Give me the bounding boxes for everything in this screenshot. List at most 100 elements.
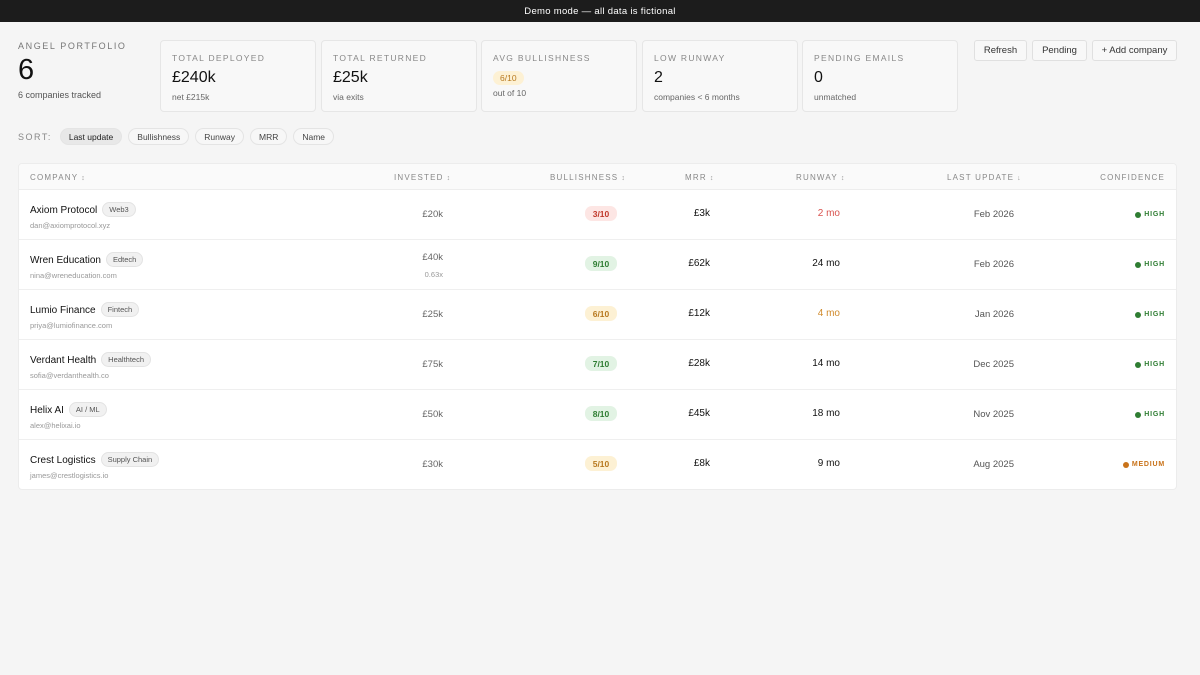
bullishness-badge: 8/10 xyxy=(585,406,617,421)
add-company-button[interactable]: + Add company xyxy=(1092,40,1177,61)
card-pending-emails: PENDING EMAILS 0 unmatched xyxy=(802,40,958,112)
col-bullishness[interactable]: BULLISHNESS ↕ xyxy=(550,173,626,182)
company-name[interactable]: Verdant Health Healthtech xyxy=(30,352,152,367)
last-update-value: Feb 2026 xyxy=(973,209,1014,220)
company-name[interactable]: Helix AI AI / ML xyxy=(30,402,107,417)
col-last-update[interactable]: LAST UPDATE ↓ xyxy=(947,173,1022,182)
table-row[interactable]: Helix AI AI / ML alex@helixai.io £50k 8/10 £4… xyxy=(19,390,1176,440)
sector-tag: AI / ML xyxy=(68,402,107,417)
sort-icon: ↕ xyxy=(621,175,627,182)
table-row[interactable]: Wren Education Edtech nina@wreneducation.c… xyxy=(19,240,1176,290)
company-email: james@crestlogistics.io xyxy=(30,471,109,480)
card-avg-bullishness: AVG BULLISHNESS 6/10 out of 10 xyxy=(481,40,637,112)
card-subtitle: unmatched xyxy=(814,92,857,102)
demo-banner: Demo mode — all data is fictional xyxy=(0,0,1200,22)
status-dot-icon xyxy=(1135,211,1142,218)
portfolio-count: 6 xyxy=(18,54,35,86)
bullishness-badge: 7/10 xyxy=(585,356,617,371)
portfolio-summary: ANGEL PORTFOLIO 6 6 companies tracked xyxy=(18,41,127,100)
last-update-value: Dec 2025 xyxy=(973,359,1014,370)
runway-value: 2 mo xyxy=(817,208,840,219)
sort-icon: ↕ xyxy=(81,175,86,182)
status-dot-icon xyxy=(1135,361,1142,368)
col-mrr[interactable]: MRR ↕ xyxy=(685,173,715,182)
sector-tag: Web3 xyxy=(102,202,136,217)
sort-chip-runway[interactable]: Runway xyxy=(195,128,244,145)
status-dot-icon xyxy=(1135,261,1142,268)
sort-icon: ↕ xyxy=(446,175,452,182)
invested-value: £50k xyxy=(422,409,443,420)
sort-chip-last-update[interactable]: Last update xyxy=(59,128,123,145)
sort-chip-bullishness[interactable]: Bullishness xyxy=(128,128,190,145)
pending-button[interactable]: Pending xyxy=(1032,40,1087,61)
card-label: TOTAL RETURNED xyxy=(333,53,428,63)
bullishness-badge: 6/10 xyxy=(585,306,617,321)
table-header: COMPANY ↕ INVESTED ↕ BULLISHNESS ↕ MRR ↕ RUN… xyxy=(19,164,1176,190)
runway-value: 9 mo xyxy=(817,458,840,469)
card-low-runway: LOW RUNWAY 2 companies < 6 months xyxy=(642,40,798,112)
company-email: sofia@verdanthealth.co xyxy=(30,371,109,380)
card-value: £25k xyxy=(333,69,368,86)
multiple-value: 0.63x xyxy=(424,270,443,279)
sector-tag: Edtech xyxy=(105,252,144,267)
mrr-value: £8k xyxy=(693,458,710,469)
col-company[interactable]: COMPANY ↕ xyxy=(30,173,86,182)
card-value: £240k xyxy=(172,69,216,86)
last-update-value: Aug 2025 xyxy=(973,459,1014,470)
status-dot-icon xyxy=(1122,461,1129,468)
mrr-value: £3k xyxy=(693,208,710,219)
sort-desc-icon: ↓ xyxy=(1017,175,1022,182)
col-runway[interactable]: RUNWAY ↕ xyxy=(796,173,846,182)
companies-table: COMPANY ↕ INVESTED ↕ BULLISHNESS ↕ MRR ↕ RUN… xyxy=(18,163,1177,490)
card-label: AVG BULLISHNESS xyxy=(493,53,591,63)
card-label: LOW RUNWAY xyxy=(654,53,726,63)
table-row[interactable]: Lumio Finance Fintech priya@lumiofinance.c… xyxy=(19,290,1176,340)
table-row[interactable]: Axiom Protocol Web3 dan@axiomprotocol.xyz £… xyxy=(19,190,1176,240)
mrr-value: £12k xyxy=(688,308,710,319)
refresh-button[interactable]: Refresh xyxy=(974,40,1027,61)
company-name[interactable]: Axiom Protocol Web3 xyxy=(30,202,136,217)
invested-value: £30k xyxy=(422,459,443,470)
confidence-badge: HIGH xyxy=(1135,311,1165,318)
company-name[interactable]: Wren Education Edtech xyxy=(30,252,144,267)
confidence-badge: HIGH xyxy=(1135,361,1165,368)
card-total-deployed: TOTAL DEPLOYED £240k net £215k xyxy=(160,40,316,112)
company-name[interactable]: Crest Logistics Supply Chain xyxy=(30,452,160,467)
company-email: nina@wreneducation.com xyxy=(30,271,117,280)
col-invested[interactable]: INVESTED ↕ xyxy=(394,173,451,182)
mrr-value: £45k xyxy=(688,408,710,419)
invested-value: £75k xyxy=(422,359,443,370)
invested-value: £40k xyxy=(422,252,443,263)
card-total-returned: TOTAL RETURNED £25k via exits xyxy=(321,40,477,112)
sector-tag: Fintech xyxy=(100,302,140,317)
sector-tag: Healthtech xyxy=(101,352,152,367)
last-update-value: Feb 2026 xyxy=(973,259,1014,270)
col-confidence: CONFIDENCE xyxy=(1100,173,1165,182)
card-label: TOTAL DEPLOYED xyxy=(172,53,266,63)
confidence-badge: HIGH xyxy=(1135,211,1165,218)
summary-header: ANGEL PORTFOLIO 6 6 companies tracked TO… xyxy=(0,22,1200,122)
company-email: alex@helixai.io xyxy=(30,421,81,430)
runway-value: 24 mo xyxy=(812,258,840,269)
mrr-value: £28k xyxy=(688,358,710,369)
bullishness-badge: 9/10 xyxy=(585,256,617,271)
card-value: 2 xyxy=(654,69,663,86)
confidence-badge: HIGH xyxy=(1135,261,1165,268)
sort-chip-name[interactable]: Name xyxy=(293,128,335,145)
runway-value: 14 mo xyxy=(812,358,840,369)
sort-label: SORT: xyxy=(18,131,52,142)
sort-icon: ↕ xyxy=(709,175,715,182)
company-email: priya@lumiofinance.com xyxy=(30,321,113,330)
card-subtitle: out of 10 xyxy=(493,88,527,98)
runway-value: 18 mo xyxy=(812,408,840,419)
sort-icon: ↕ xyxy=(840,175,846,182)
sort-chip-mrr[interactable]: MRR xyxy=(250,128,288,145)
table-row[interactable]: Crest Logistics Supply Chain james@crestlo… xyxy=(19,440,1176,489)
status-dot-icon xyxy=(1135,311,1142,318)
card-subtitle: companies < 6 months xyxy=(654,92,740,102)
bullishness-pill: 6/10 xyxy=(493,71,524,85)
mrr-value: £62k xyxy=(688,258,710,269)
company-name[interactable]: Lumio Finance Fintech xyxy=(30,302,140,317)
portfolio-subtitle: 6 companies tracked xyxy=(18,90,102,100)
table-row[interactable]: Verdant Health Healthtech sofia@verdanthea… xyxy=(19,340,1176,390)
